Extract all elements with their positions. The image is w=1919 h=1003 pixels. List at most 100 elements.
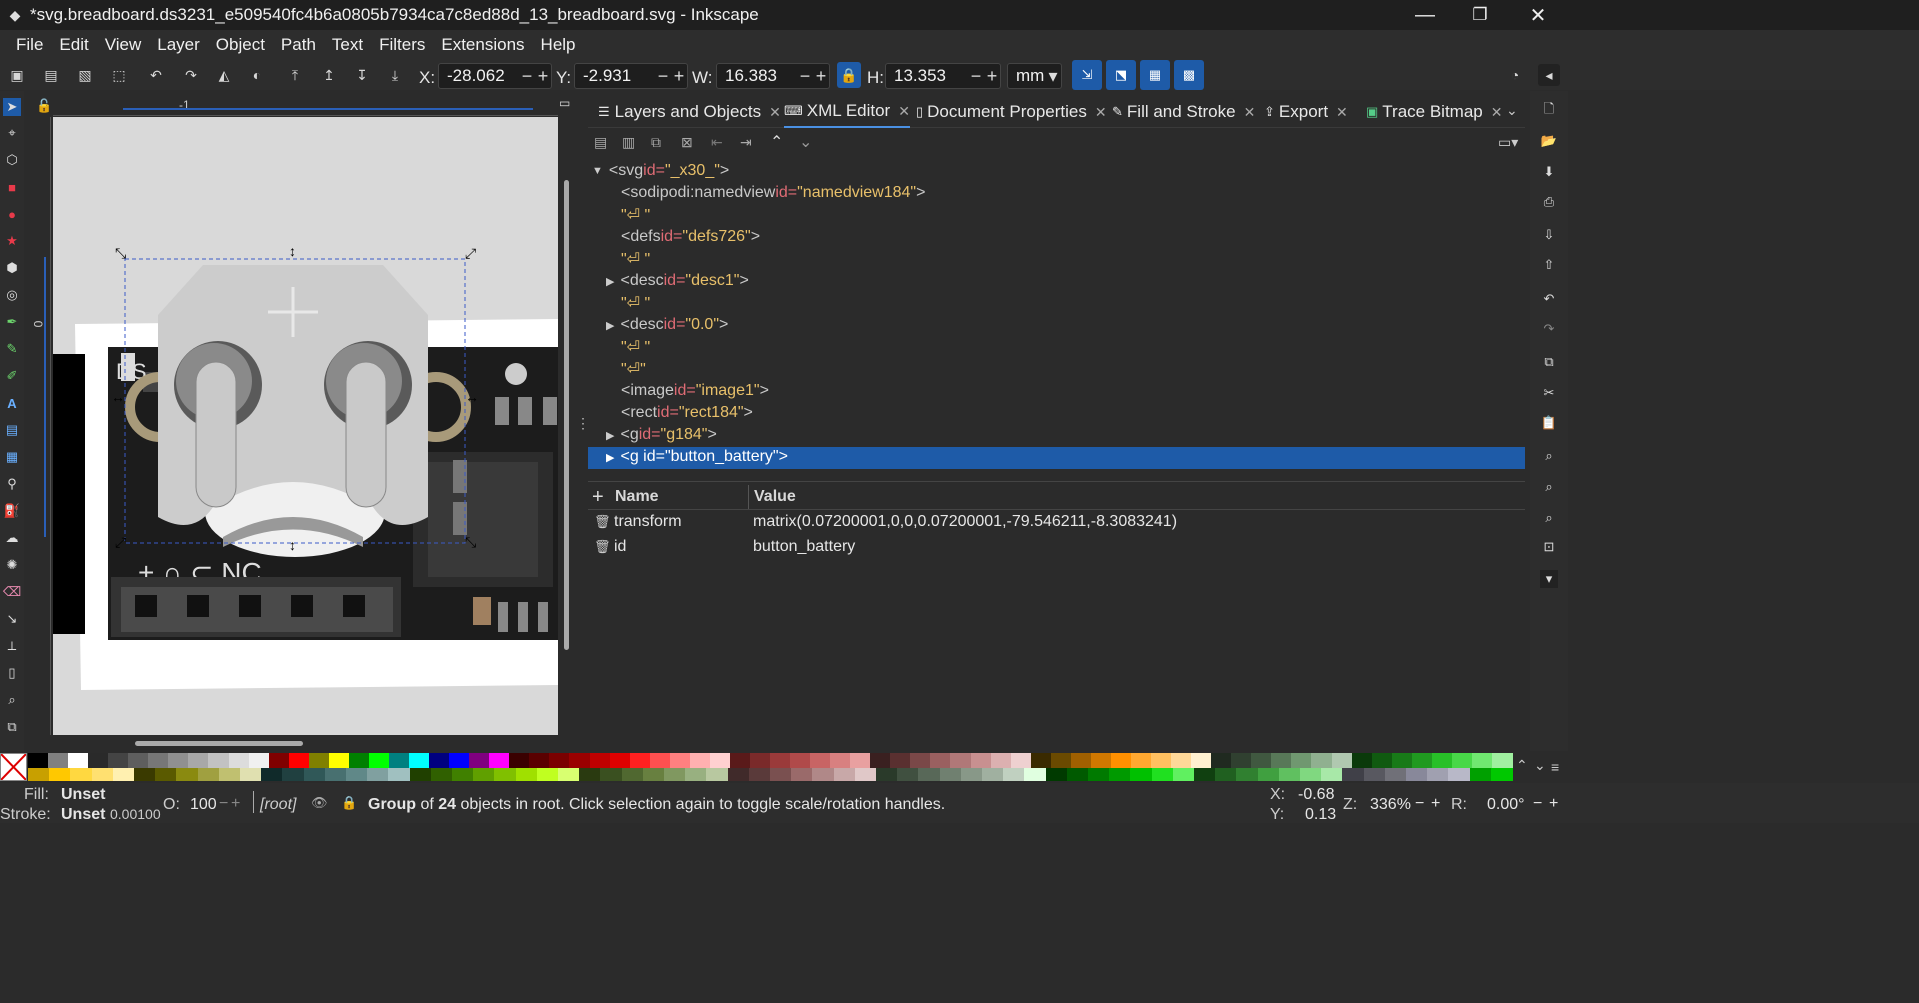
color-swatch[interactable] <box>28 768 50 781</box>
dropper-tool-icon[interactable]: ⚲ <box>3 475 21 493</box>
w-increment[interactable]: + <box>813 66 829 87</box>
vertical-ruler[interactable]: 0 <box>31 117 51 735</box>
lock-proportions-icon[interactable]: 🔒 <box>837 62 861 88</box>
color-swatch[interactable] <box>430 768 453 781</box>
h-increment[interactable]: + <box>984 66 1000 87</box>
y-input[interactable]: -2.931 − + <box>574 63 688 89</box>
color-swatch[interactable] <box>1109 768 1132 781</box>
color-swatch[interactable] <box>48 753 70 768</box>
unit-select[interactable]: mm ▾ <box>1007 63 1062 89</box>
zoom-page-icon[interactable]: ⌕ <box>1540 509 1558 527</box>
color-swatch[interactable] <box>509 753 531 768</box>
color-swatch[interactable] <box>1351 753 1373 768</box>
expand-right-icon[interactable]: ▶ <box>606 451 614 464</box>
color-swatch[interactable] <box>1003 768 1026 781</box>
color-swatch[interactable] <box>134 768 156 781</box>
3d-box-tool-icon[interactable]: ⬢ <box>3 259 21 277</box>
color-swatch[interactable] <box>1431 753 1453 768</box>
color-swatch[interactable] <box>810 753 832 768</box>
calligraphy-tool-icon[interactable]: ✐ <box>3 367 21 385</box>
color-swatch[interactable] <box>1371 753 1393 768</box>
import-icon[interactable]: ⇩ <box>1540 226 1558 244</box>
color-swatch[interactable] <box>990 753 1012 768</box>
color-swatch[interactable] <box>569 753 591 768</box>
color-swatch[interactable] <box>1391 753 1413 768</box>
color-swatch[interactable] <box>176 768 199 781</box>
color-swatch[interactable] <box>706 768 729 781</box>
color-swatch[interactable] <box>368 753 390 768</box>
color-swatch[interactable] <box>88 753 110 768</box>
color-swatch[interactable] <box>1471 753 1493 768</box>
color-swatch[interactable] <box>549 753 571 768</box>
color-swatch[interactable] <box>388 768 411 781</box>
color-swatch[interactable] <box>1271 753 1293 768</box>
visibility-icon[interactable]: 👁 <box>311 795 328 811</box>
opacity-increment[interactable]: + <box>231 795 240 813</box>
zoom-increment[interactable]: + <box>1431 795 1440 813</box>
rotation-increment[interactable]: + <box>1549 795 1558 813</box>
color-swatch[interactable] <box>1363 768 1386 781</box>
xml-text-node[interactable]: "⏎ " <box>621 204 650 226</box>
x-decrement[interactable]: − <box>519 66 535 87</box>
palette-menu-icon[interactable]: ≡ <box>1551 759 1559 775</box>
select-all-icon[interactable]: ▣ <box>6 64 28 86</box>
color-swatch[interactable] <box>791 768 814 781</box>
color-swatch[interactable] <box>168 753 190 768</box>
color-swatch[interactable] <box>128 753 150 768</box>
color-swatch[interactable] <box>1215 768 1238 781</box>
color-swatch[interactable] <box>749 753 771 768</box>
color-swatch[interactable] <box>1291 753 1313 768</box>
display-mode-icon[interactable]: ▭ <box>559 96 570 110</box>
y-increment[interactable]: + <box>671 66 687 87</box>
color-swatch[interactable] <box>1469 768 1492 781</box>
lower-node-icon[interactable]: ⌄ <box>799 132 812 152</box>
color-swatch[interactable] <box>918 768 941 781</box>
rotation-decrement[interactable]: − <box>1533 795 1542 813</box>
w-input[interactable]: 16.383 − + <box>716 63 830 89</box>
undo-icon[interactable]: ↶ <box>1540 290 1558 308</box>
zoom-decrement[interactable]: − <box>1415 795 1424 813</box>
color-swatch[interactable] <box>1050 753 1072 768</box>
xml-text-node[interactable]: "⏎ " <box>621 292 650 314</box>
new-element-node-icon[interactable]: ▤ <box>594 134 607 151</box>
color-swatch[interactable] <box>727 768 750 781</box>
lower-icon[interactable]: ↧ <box>351 64 373 86</box>
color-swatch[interactable] <box>282 768 305 781</box>
color-swatch[interactable] <box>155 768 178 781</box>
menu-view[interactable]: View <box>97 35 150 55</box>
select-same-icon[interactable]: ▧ <box>74 64 96 86</box>
color-swatch[interactable] <box>240 768 262 781</box>
menu-object[interactable]: Object <box>208 35 273 55</box>
color-swatch[interactable] <box>346 768 368 781</box>
close-tab-icon[interactable]: ✕ <box>898 103 910 120</box>
xml-node-rect[interactable]: <rect id= "rect184" > <box>621 402 753 424</box>
xml-text-node[interactable]: "⏎ " <box>621 248 650 270</box>
print-icon[interactable]: ⎙ <box>1540 193 1558 211</box>
color-swatch[interactable] <box>982 768 1004 781</box>
mesh-tool-icon[interactable]: ▦ <box>3 448 21 466</box>
pages-tool-icon[interactable]: ▯ <box>3 664 21 682</box>
color-swatch[interactable] <box>1342 768 1365 781</box>
horizontal-ruler[interactable]: -1 <box>53 98 558 116</box>
color-swatch[interactable] <box>1110 753 1132 768</box>
xml-text-node[interactable]: "⏎" <box>621 358 646 380</box>
color-swatch[interactable] <box>1491 753 1513 768</box>
color-swatch[interactable] <box>897 768 920 781</box>
menu-filters[interactable]: Filters <box>371 35 433 55</box>
export-icon[interactable]: ⇧ <box>1540 256 1558 274</box>
scale-stroke-icon[interactable]: ⇲ <box>1072 60 1102 90</box>
measure-tool-icon[interactable]: ⟂ <box>3 637 21 655</box>
color-swatch[interactable] <box>1171 753 1193 768</box>
color-swatch[interactable] <box>1406 768 1428 781</box>
tab-trace-bitmap[interactable]: ▣ Trace Bitmap ✕ <box>1366 96 1503 128</box>
xml-node-namedview[interactable]: <sodipodi:namedview id= "namedview184" > <box>621 182 925 204</box>
color-swatch[interactable] <box>1331 753 1353 768</box>
color-swatch[interactable] <box>970 753 992 768</box>
color-swatch[interactable] <box>112 768 135 781</box>
color-swatch[interactable] <box>28 753 49 768</box>
x-input[interactable]: -28.062 − + <box>438 63 552 89</box>
color-swatch[interactable] <box>910 753 932 768</box>
color-swatch[interactable] <box>268 753 290 768</box>
color-swatch[interactable] <box>1490 768 1513 781</box>
new-document-icon[interactable]: 🗋 <box>1540 101 1558 120</box>
